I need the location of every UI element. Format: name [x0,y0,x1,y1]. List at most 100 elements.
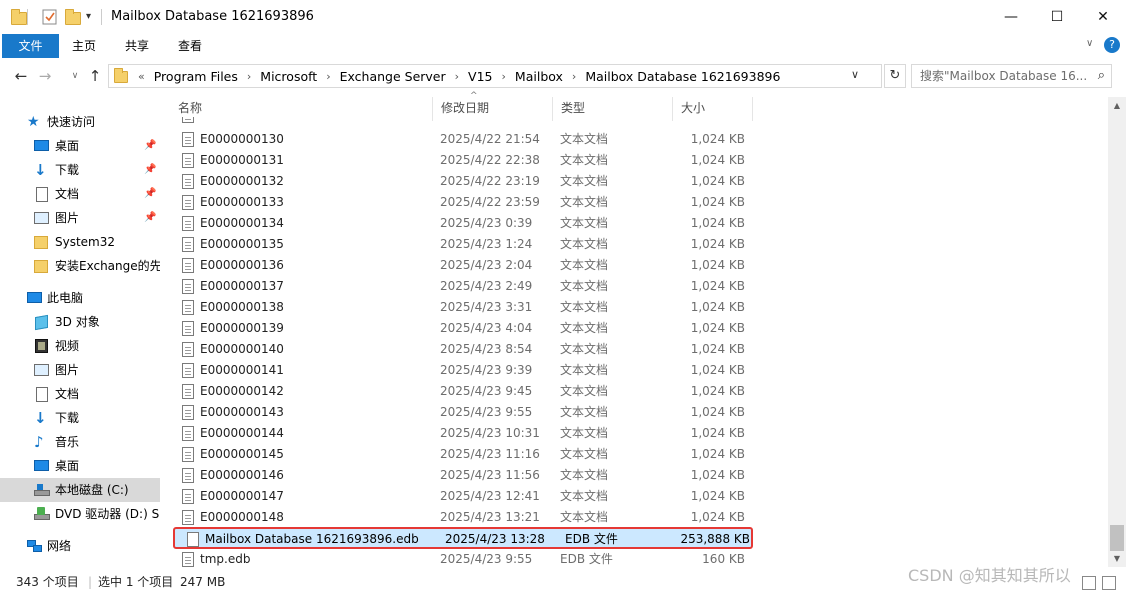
nav-item-documents-pc[interactable]: 文档 [0,382,160,406]
breadcrumb-item[interactable]: V15 [464,69,496,84]
maximize-button[interactable]: ☐ [1034,0,1080,34]
document-icon [34,386,50,402]
search-input[interactable]: 搜索"Mailbox Database 16... ⌕ [911,64,1112,88]
refresh-icon[interactable]: ↻ [884,64,906,88]
file-row[interactable]: tmp.edb 2025/4/23 9:55 EDB 文件 160 KB [170,549,755,569]
pin-icon[interactable]: 📌 [144,158,156,182]
file-row[interactable]: E0000000146 2025/4/23 11:56 文本文档 1,024 KB [170,465,755,486]
file-name: E0000000140 [200,342,284,356]
nav-item-documents[interactable]: 文档 📌 [0,182,160,206]
nav-item-system32[interactable]: System32 [0,230,160,254]
status-selected-size: 247 MB [180,575,226,589]
file-row[interactable]: E0000000141 2025/4/23 9:39 文本文档 1,024 KB [170,360,755,381]
file-type: 文本文档 [560,363,609,377]
file-row[interactable]: E0000000147 2025/4/23 12:41 文本文档 1,024 KB [170,486,755,507]
nav-label: 此电脑 [47,291,84,305]
nav-item-install-exchange[interactable]: 安装Exchange的先 [0,254,160,278]
file-row[interactable]: E0000000134 2025/4/23 0:39 文本文档 1,024 KB [170,213,755,234]
customize-quick-access-icon[interactable]: ▾ [86,9,102,25]
file-date: 2025/4/23 11:56 [440,468,540,482]
divider [27,9,28,25]
nav-item-3d-objects[interactable]: 3D 对象 [0,310,160,334]
new-folder-icon[interactable] [65,9,81,25]
chevron-right-icon[interactable]: › [567,70,581,83]
chevron-right-icon[interactable]: › [321,70,335,83]
status-selected-count: 选中 1 个项目 [98,575,174,589]
file-row[interactable]: E0000000142 2025/4/23 9:45 文本文档 1,024 KB [170,381,755,402]
up-icon[interactable]: ↑ [86,67,104,85]
breadcrumb-item[interactable]: Program Files [150,69,242,84]
back-icon[interactable]: ← [12,67,30,85]
pin-icon[interactable]: 📌 [144,206,156,230]
chevron-right-icon[interactable]: › [450,70,464,83]
file-type: 文本文档 [560,153,609,167]
tab-share[interactable]: 共享 [115,34,159,58]
file-row[interactable]: E0000000136 2025/4/23 2:04 文本文档 1,024 KB [170,255,755,276]
nav-item-videos[interactable]: 视频 [0,334,160,358]
expand-ribbon-icon[interactable]: ∨ [1086,38,1093,49]
breadcrumb-item[interactable]: Exchange Server [336,69,450,84]
file-row[interactable]: E0000000130 2025/4/22 21:54 文本文档 1,024 KB [170,129,755,150]
nav-item-downloads[interactable]: ↓ 下载 📌 [0,158,160,182]
details-view-icon[interactable] [1082,576,1096,590]
minimize-button[interactable]: — [988,0,1034,34]
breadcrumb-item[interactable]: Mailbox Database 1621693896 [581,69,784,84]
file-row[interactable]: E0000000137 2025/4/23 2:49 文本文档 1,024 KB [170,276,755,297]
properties-icon[interactable] [42,9,58,25]
chevron-right-icon[interactable]: › [242,70,256,83]
large-icons-view-icon[interactable] [1102,576,1116,590]
file-icon [182,153,194,168]
tab-file[interactable]: 文件 [2,34,59,58]
nav-item-pictures-pc[interactable]: 图片 [0,358,160,382]
scroll-up-icon[interactable]: ▲ [1108,97,1126,114]
tab-home[interactable]: 主页 [62,34,106,58]
selected-file-row[interactable]: Mailbox Database 1621693896.edb 2025/4/23… [173,527,753,549]
search-icon[interactable]: ⌕ [1098,65,1105,87]
file-row[interactable]: E0000000145 2025/4/23 11:16 文本文档 1,024 KB [170,444,755,465]
file-size: 1,024 KB [690,216,745,230]
address-dropdown-icon[interactable]: ∨ [851,68,859,81]
nav-this-pc[interactable]: 此电脑 [0,286,160,310]
nav-item-desktop[interactable]: 桌面 📌 [0,134,160,158]
file-row[interactable]: E0000000132 2025/4/22 23:19 文本文档 1,024 KB [170,171,755,192]
pin-icon[interactable]: 📌 [144,182,156,206]
file-row[interactable]: E0000000138 2025/4/23 3:31 文本文档 1,024 KB [170,297,755,318]
vertical-scrollbar[interactable]: ▲ ▼ [1108,97,1126,567]
nav-label: System32 [55,235,116,249]
forward-icon[interactable]: → [36,67,54,85]
nav-item-music[interactable]: ♪ 音乐 [0,430,160,454]
folder-icon [114,68,128,83]
file-row[interactable]: E0000000133 2025/4/22 23:59 文本文档 1,024 KB [170,192,755,213]
breadcrumb-item[interactable]: Mailbox [511,69,567,84]
help-icon[interactable]: ? [1104,37,1120,53]
file-row[interactable]: E0000000135 2025/4/23 1:24 文本文档 1,024 KB [170,234,755,255]
file-row[interactable]: E0000000140 2025/4/23 8:54 文本文档 1,024 KB [170,339,755,360]
overflow-chevron-icon[interactable]: « [133,70,150,83]
recent-locations-icon[interactable]: ∨ [66,67,84,85]
file-date: 2025/4/23 9:55 [440,405,533,419]
scroll-thumb[interactable] [1110,525,1124,551]
title-bar: ▾ Mailbox Database 1621693896 — ☐ ✕ [0,0,1126,34]
nav-item-desktop-pc[interactable]: 桌面 [0,454,160,478]
file-row[interactable]: E0000000131 2025/4/22 22:38 文本文档 1,024 KB [170,150,755,171]
pin-icon[interactable]: 📌 [144,134,156,158]
nav-item-local-disk-c[interactable]: 本地磁盘 (C:) [0,478,160,502]
file-size: 253,888 KB [680,532,750,546]
nav-quick-access[interactable]: ★ 快速访问 [0,110,160,134]
file-row[interactable]: E0000000139 2025/4/23 4:04 文本文档 1,024 KB [170,318,755,339]
file-date: 2025/4/22 21:54 [440,132,540,146]
scroll-down-icon[interactable]: ▼ [1108,550,1126,567]
tab-view[interactable]: 查看 [168,34,212,58]
close-button[interactable]: ✕ [1080,0,1126,34]
nav-item-pictures[interactable]: 图片 📌 [0,206,160,230]
breadcrumb-item[interactable]: Microsoft [256,69,321,84]
file-row[interactable]: E0000000148 2025/4/23 13:21 文本文档 1,024 KB [170,507,755,528]
file-row[interactable]: E0000000144 2025/4/23 10:31 文本文档 1,024 KB [170,423,755,444]
file-size: 1,024 KB [690,195,745,209]
chevron-right-icon[interactable]: › [497,70,511,83]
nav-network[interactable]: 网络 [0,534,160,558]
nav-item-dvd-drive[interactable]: DVD 驱动器 (D:) S [0,502,160,526]
file-row[interactable]: E0000000143 2025/4/23 9:55 文本文档 1,024 KB [170,402,755,423]
address-bar[interactable]: « Program Files › Microsoft › Exchange S… [108,64,882,88]
nav-item-downloads-pc[interactable]: ↓ 下载 [0,406,160,430]
